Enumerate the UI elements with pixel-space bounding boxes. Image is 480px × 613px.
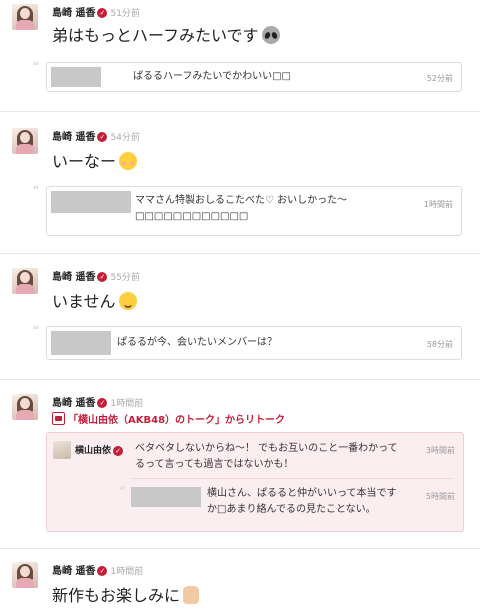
author-name[interactable]: 島崎 遥香	[52, 566, 95, 577]
divider	[0, 548, 480, 549]
post-time: 51分前	[110, 9, 140, 19]
post-message: いーなー	[52, 148, 138, 172]
avatar[interactable]	[12, 394, 38, 420]
author-line: 島崎 遥香 ✓ 1時間前	[52, 562, 143, 577]
retalk-text: ベタベタしないからね〜！ でもお互いのこと一番わかってるって言っても過言ではない…	[135, 443, 398, 470]
post-time: 1時間前	[110, 567, 144, 577]
avatar[interactable]	[12, 128, 38, 154]
divider	[131, 478, 453, 479]
post-message: 新作もお楽しみに	[52, 582, 200, 606]
divider	[0, 111, 480, 112]
quote-text: ぱるるが今、会いたいメンバーは？	[117, 337, 277, 348]
quote-time: 1時間前	[423, 200, 453, 209]
quote-time: 58分前	[426, 340, 453, 349]
author-line: 島崎 遥香 ✓ 1時間前	[52, 394, 143, 409]
divider	[0, 253, 480, 254]
retalk-card[interactable]: 横山由依 ✓ ベタベタしないからね〜！ でもお互いのこと一番わかってるって言っても…	[46, 432, 464, 532]
author-line: 島崎 遥香 ✓ 51分前	[52, 4, 140, 19]
smiling-face-icon	[118, 292, 137, 310]
author-line: 島崎 遥香 ✓ 55分前	[52, 268, 140, 283]
quoted-question[interactable]: ママさん特製おしるこたべた♡ おいしかった〜□□□□□□□□□□□□ 1時間前	[46, 186, 462, 236]
author-line: 島崎 遥香 ✓ 54分前	[52, 128, 140, 143]
quote-time: 52分前	[426, 74, 453, 83]
quote-mark-icon: “	[32, 60, 40, 76]
post-time: 54分前	[110, 133, 140, 143]
author-name[interactable]: 島崎 遥香	[52, 8, 95, 19]
author-name[interactable]: 島崎 遥香	[52, 132, 95, 143]
retalk-avatar[interactable]	[53, 441, 71, 459]
avatar[interactable]	[12, 4, 38, 30]
verified-check-icon: ✓	[97, 132, 108, 142]
retalk-link[interactable]: 「横山由依（AKB48）のトーク」からリトーク	[52, 411, 285, 426]
verified-check-icon: ✓	[97, 8, 108, 18]
post-time: 55分前	[110, 273, 140, 283]
verified-check-icon: ✓	[97, 272, 108, 282]
quoted-question[interactable]: ぱるるハーフみたいでかわいい□□ 52分前	[46, 62, 462, 92]
post-time: 1時間前	[110, 399, 144, 409]
retalk-author: 横山由依 ✓	[75, 443, 124, 456]
post-message: 弟はもっとハーフみたいです	[52, 22, 280, 46]
quote-thumbnail	[131, 487, 201, 507]
quote-thumbnail	[51, 67, 101, 87]
quote-thumbnail	[51, 191, 131, 213]
avatar[interactable]	[12, 268, 38, 294]
quote-text: ママさん特製おしるこたべた♡ おいしかった〜□□□□□□□□□□□□	[135, 195, 348, 222]
verified-check-icon: ✓	[113, 445, 124, 456]
quote-thumbnail	[51, 331, 111, 355]
quote-text: ぱるるハーフみたいでかわいい□□	[133, 71, 291, 82]
blushing-face-icon	[119, 152, 138, 170]
avatar[interactable]	[12, 562, 38, 588]
alien-face-icon	[261, 26, 280, 44]
quote-mark-icon: “	[119, 485, 126, 500]
sub-quote-text: 横山さん、ぱるると仲がいいって本当ですか□あまり絡んでるの見たことない。	[207, 488, 397, 515]
quoted-question[interactable]: ぱるるが今、会いたいメンバーは？ 58分前	[46, 326, 462, 360]
verified-check-icon: ✓	[97, 398, 108, 408]
thumbs-up-icon	[183, 586, 200, 604]
author-name[interactable]: 島崎 遥香	[52, 272, 95, 283]
divider	[0, 379, 480, 380]
quote-mark-icon: “	[32, 184, 40, 200]
quote-mark-icon: “	[32, 324, 40, 340]
post-message: いません	[52, 288, 137, 312]
verified-check-icon: ✓	[97, 566, 108, 576]
retalk-time: 3時間前	[425, 446, 455, 455]
author-name[interactable]: 島崎 遥香	[52, 398, 95, 409]
retalk-icon	[52, 412, 65, 425]
sub-quote-time: 5時間前	[425, 492, 455, 501]
